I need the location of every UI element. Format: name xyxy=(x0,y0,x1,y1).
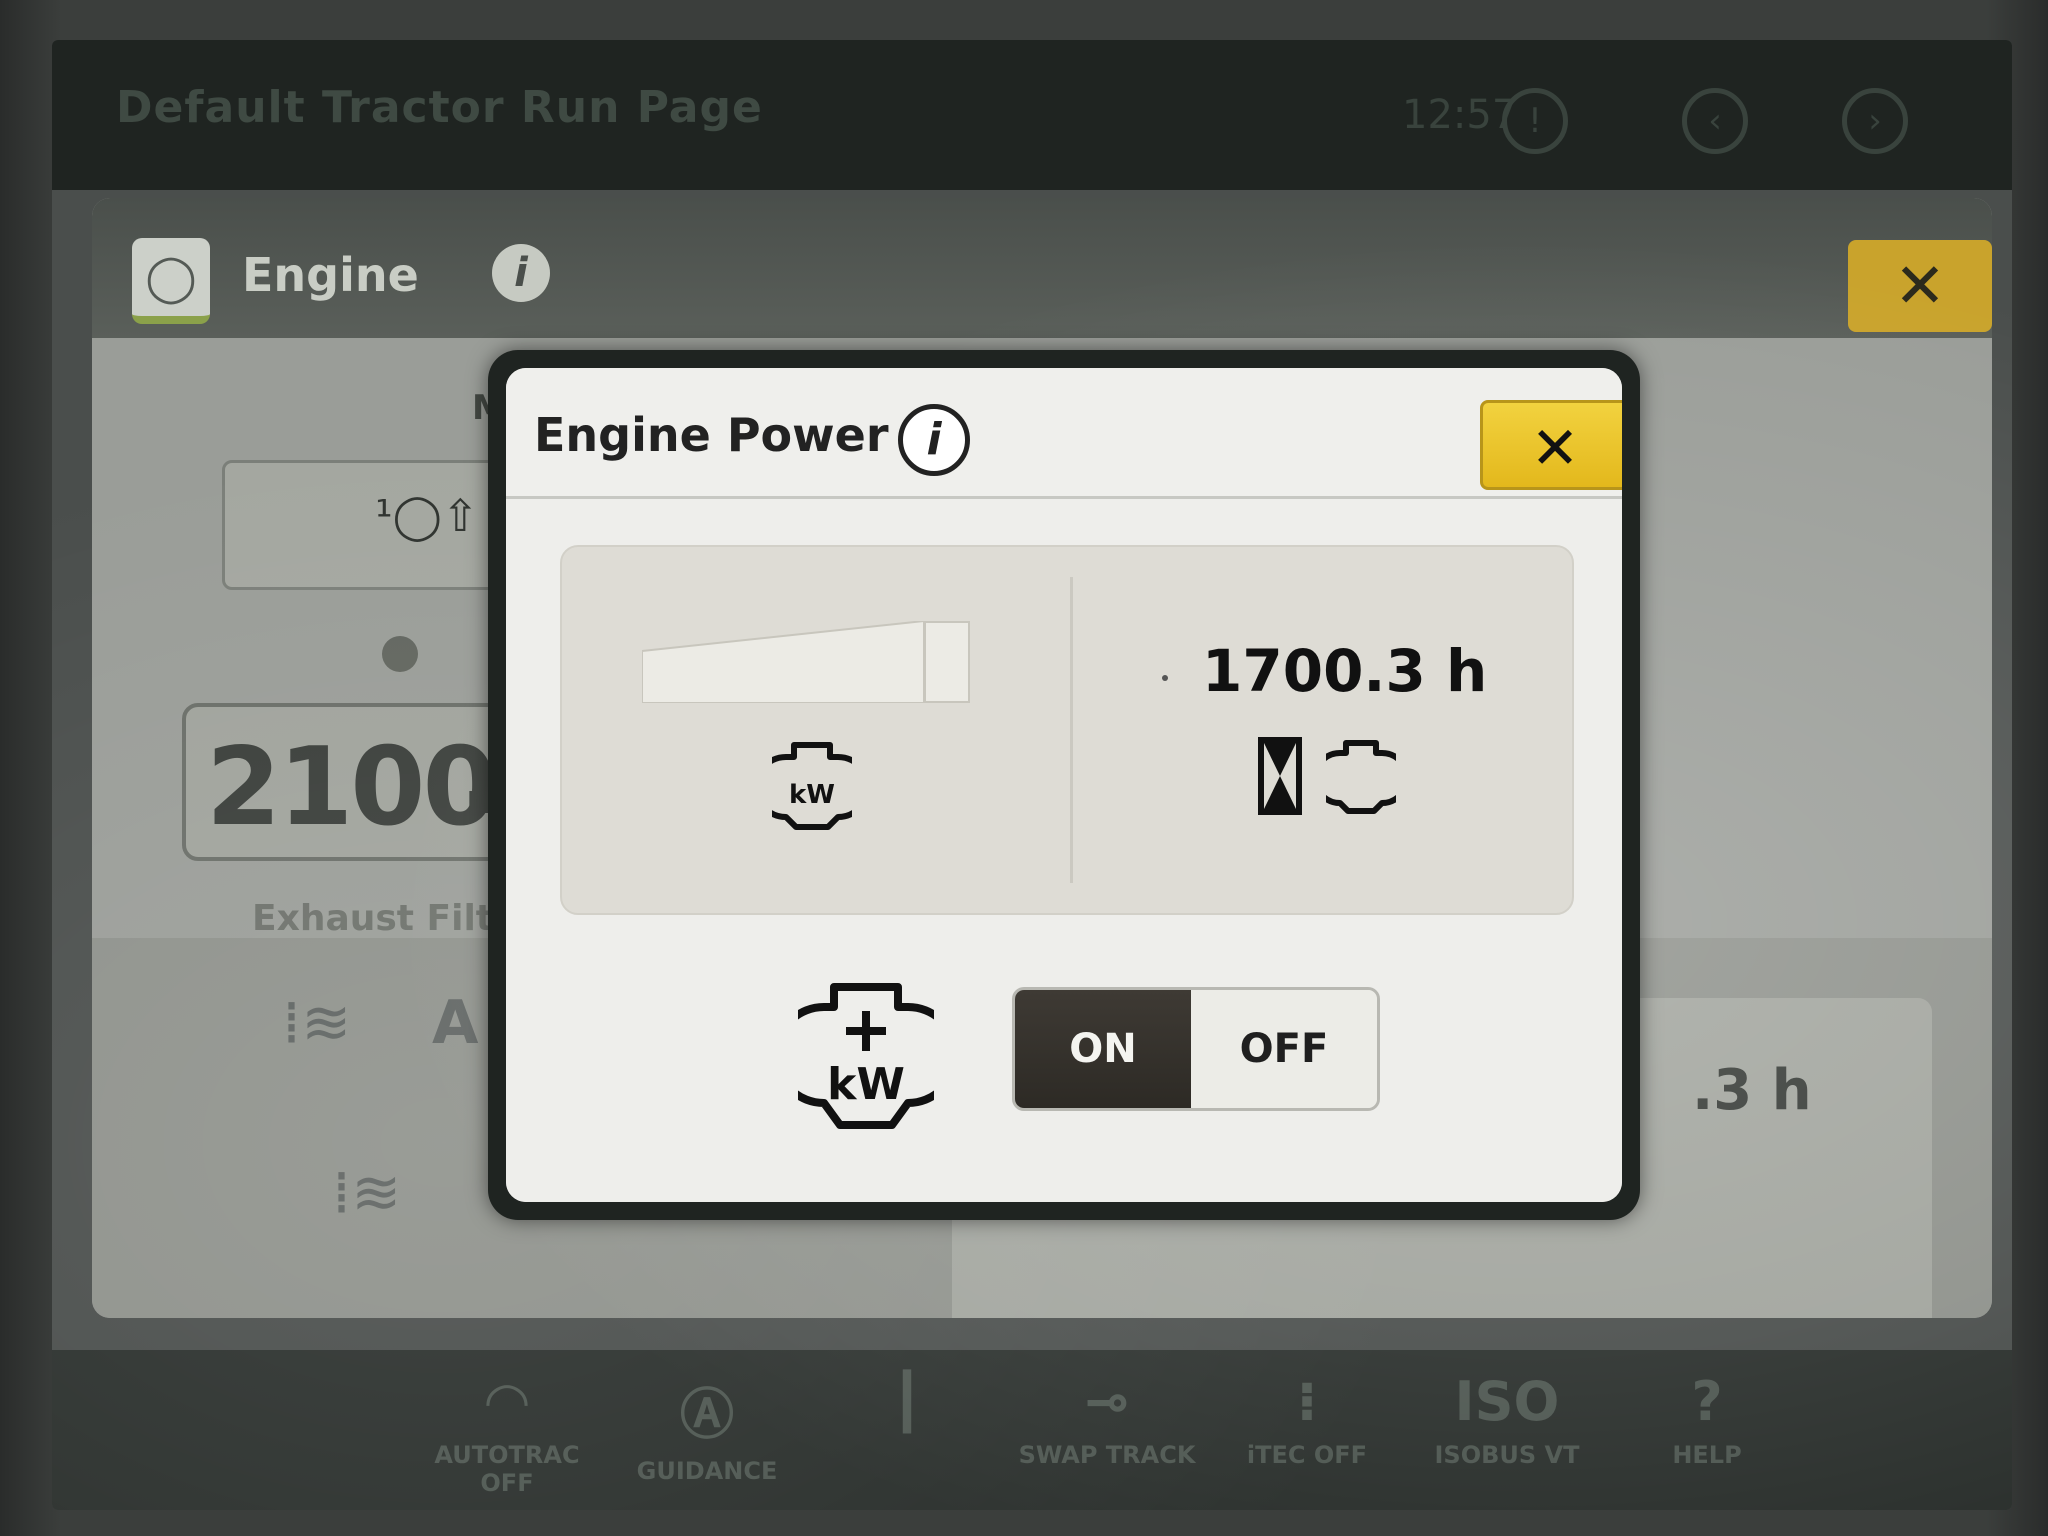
exhaust-filter-icon-2: ⁞≋ xyxy=(332,1158,402,1228)
softkey-help[interactable]: ? HELP xyxy=(1612,1370,1802,1500)
softkey-isobus[interactable]: ISO ISOBUS VT xyxy=(1412,1370,1602,1500)
hourglass-icon xyxy=(1258,737,1302,815)
forward-icon[interactable]: › xyxy=(1842,88,1908,154)
clock: 12:57 xyxy=(1402,92,1518,138)
dialog-body: kW 1700.3 h kW ON OFF xyxy=(506,499,1622,1202)
softkey-itec[interactable]: ⁝ iTEC OFF xyxy=(1212,1370,1402,1500)
help-icon: ? xyxy=(1691,1370,1723,1433)
engine-power-dialog: Engine Power i ✕ kW 1700.3 h kW ON OFF xyxy=(488,350,1640,1220)
autotrac-icon: ◠ xyxy=(486,1370,528,1433)
implement-icon: ┃ xyxy=(890,1370,924,1433)
engine-close-button[interactable]: ✕ xyxy=(1848,240,1992,332)
hours-marker xyxy=(1162,675,1168,681)
softkey-label: ISOBUS VT xyxy=(1434,1441,1580,1469)
engine-hours-value: 1700.3 h xyxy=(1202,637,1488,705)
power-boost-toggle[interactable]: ON OFF xyxy=(1012,987,1380,1111)
softkey-implement[interactable]: ┃ xyxy=(812,1370,1002,1500)
info-icon[interactable]: i xyxy=(492,244,550,302)
exhaust-status-fragment: A xyxy=(432,988,479,1058)
status-bar: Default Tractor Run Page 12:57 ! ‹ › xyxy=(52,40,2012,190)
engine-panel-title: Engine xyxy=(242,248,419,302)
guidance-icon: Ⓐ xyxy=(680,1383,734,1446)
power-status-card: kW 1700.3 h xyxy=(560,545,1574,915)
power-level-bar xyxy=(642,621,924,703)
iso-icon: ISO xyxy=(1454,1370,1560,1433)
info-icon[interactable]: i xyxy=(898,404,970,476)
engine-speed-icon: ¹◯⇧ xyxy=(375,491,479,542)
softkey-label: SWAP TRACK xyxy=(1018,1441,1196,1469)
dialog-header: Engine Power i ✕ xyxy=(506,368,1622,499)
itec-icon: ⁝ xyxy=(1296,1370,1318,1433)
engine-panel-header: ◯ Engine i ✕ xyxy=(92,198,1992,338)
dialog-title: Engine Power xyxy=(534,408,889,462)
svg-text:kW: kW xyxy=(827,1059,905,1110)
close-button[interactable]: ✕ xyxy=(1480,400,1622,490)
engine-icon: ◯ xyxy=(132,238,210,324)
softkey-bar: ◠ AUTOTRAC OFF Ⓐ GUIDANCE ┃ ⊸ SWAP TRACK… xyxy=(52,1350,2012,1510)
swap-track-icon: ⊸ xyxy=(1084,1370,1130,1433)
engine-kw-icon: kW xyxy=(772,742,852,830)
softkey-label: GUIDANCE xyxy=(636,1457,778,1485)
softkey-label: iTEC OFF xyxy=(1246,1441,1368,1469)
card-divider xyxy=(1070,577,1073,883)
svg-text:kW: kW xyxy=(789,780,835,810)
power-level-segment xyxy=(924,621,970,703)
run-page-title: Default Tractor Run Page xyxy=(116,82,763,133)
softkey-swap-track[interactable]: ⊸ SWAP TRACK xyxy=(1012,1370,1202,1500)
dialog-surface: Engine Power i ✕ kW 1700.3 h kW ON OFF xyxy=(506,368,1622,1202)
toggle-off-option[interactable]: OFF xyxy=(1191,990,1377,1108)
softkey-guidance[interactable]: Ⓐ GUIDANCE xyxy=(612,1370,802,1500)
engine-outline-icon xyxy=(1326,740,1396,814)
softkey-autotrac[interactable]: ◠ AUTOTRAC OFF xyxy=(412,1370,602,1500)
softkey-label: HELP xyxy=(1672,1441,1742,1469)
power-boost-icon: kW xyxy=(798,983,934,1129)
toggle-on-option[interactable]: ON xyxy=(1015,990,1191,1108)
alert-icon[interactable]: ! xyxy=(1502,88,1568,154)
back-icon[interactable]: ‹ xyxy=(1682,88,1748,154)
engine-hours-fragment: .3 h xyxy=(1692,1058,1812,1123)
indicator-dot xyxy=(382,636,418,672)
engine-speed-value: 2100 xyxy=(206,725,498,850)
exhaust-filter-icon: ⁞≋ xyxy=(282,988,352,1058)
softkey-label: AUTOTRAC OFF xyxy=(434,1441,580,1497)
